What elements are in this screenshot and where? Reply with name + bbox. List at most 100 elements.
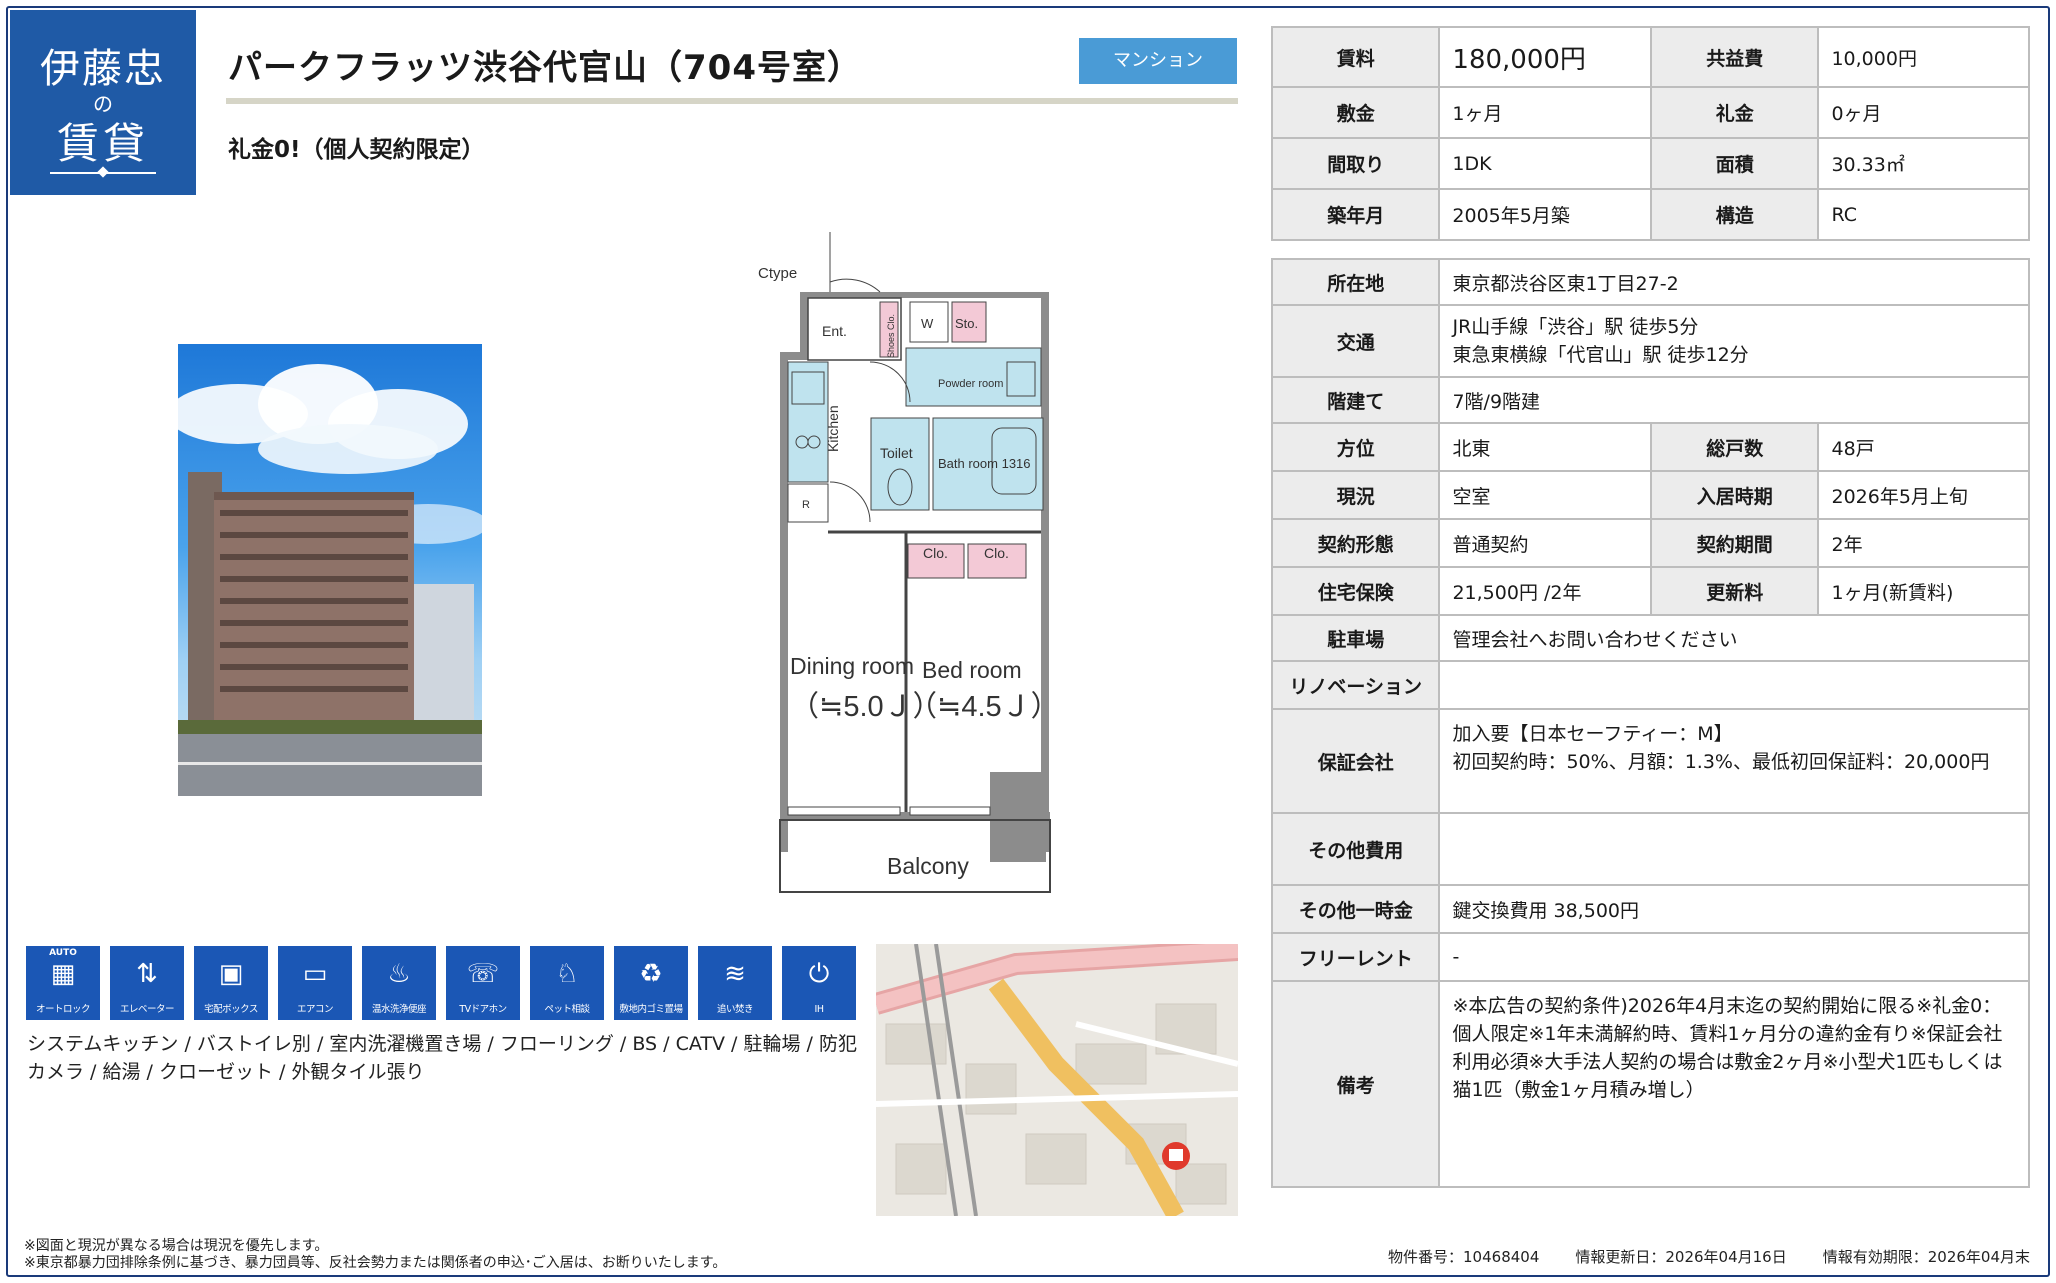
plan-label-sto: Sto. [955, 316, 978, 331]
built-date-value: 2005年5月築 [1438, 188, 1653, 241]
contract-type-label: 契約形態 [1270, 518, 1441, 568]
plan-label-shoes: Shoes Clo. [886, 314, 896, 358]
address-value: 東京都渋谷区東1丁目27-2 [1438, 258, 2030, 306]
info-updated-date: 情報更新日：2026年04月16日 [1575, 1248, 1787, 1266]
direction-label: 方位 [1270, 422, 1441, 472]
free-rent-value: - [1438, 932, 2030, 982]
plan-label-kitchen: Kitchen [825, 405, 841, 452]
transit-line-1: JR山手線「渋谷」駅 徒歩5分 [1452, 316, 1699, 338]
guarantor-value: 加入要【日本セーフティー：M】 初回契約時：50%、月額：1.3%、最低初回保証… [1438, 708, 2030, 814]
logo-ornament [50, 172, 156, 174]
info-expiry-date: 情報有効期限：2026年04月末 [1822, 1248, 2030, 1266]
other-costs-value [1438, 812, 2030, 886]
reheat-bath-icon: ≋ 追い焚き [698, 946, 772, 1020]
property-subtitle: 礼金0!（個人契約限定） [228, 137, 485, 163]
guarantor-line-2: 初回契約時：50%、月額：1.3%、最低初回保証料：20,000円 [1452, 751, 1990, 773]
plan-label-bed-size: （≒4.5Ｊ） [908, 691, 1060, 723]
property-type-badge: マンション [1079, 38, 1237, 84]
other-costs-label: その他費用 [1270, 812, 1441, 886]
location-map[interactable] [876, 944, 1238, 1216]
rent-label: 賃料 [1270, 26, 1441, 88]
footnotes: ※図面と現況が異なる場合は現況を優先します。 ※東京都暴力団排除条例に基づき、暴… [24, 1238, 726, 1272]
plan-label-bath: Bath room 1316 [938, 456, 1031, 471]
elevator-icon: ⇅ エレベーター [110, 946, 184, 1020]
footnote-2: ※東京都暴力団排除条例に基づき、暴力団員等、反社会勢力または関係者の申込･ご入居… [24, 1255, 727, 1271]
auto-lock-icon: AUTO ▦ オートロック [26, 946, 100, 1020]
plan-label-ent: Ent. [822, 323, 847, 339]
plan-label-dining: Dining room [790, 653, 914, 679]
contract-term-value: 2年 [1817, 518, 2030, 568]
plan-label-clo-1: Clo. [923, 545, 948, 561]
renovation-label: リノベーション [1270, 660, 1441, 710]
key-money-value: 0ヶ月 [1817, 86, 2030, 139]
renewal-fee-label: 更新料 [1650, 566, 1820, 616]
free-rent-label: フリーレント [1270, 932, 1441, 982]
plan-label-clo-2: Clo. [984, 545, 1009, 561]
plan-label-r: R [802, 499, 810, 511]
brand-logo: 伊藤忠 の 賃貸 [10, 10, 196, 195]
direction-value: 北東 [1438, 422, 1653, 472]
property-id: 物件番号：10468404 [1388, 1248, 1540, 1266]
plan-label-ctype: Ctype [758, 265, 797, 282]
insurance-value: 21,500円 /2年 [1438, 566, 1653, 616]
guarantor-line-1: 加入要【日本セーフティー：M】 [1452, 723, 1733, 745]
one-time-fee-label: その他一時金 [1270, 884, 1441, 934]
plan-label-toilet: Toilet [880, 445, 913, 461]
contract-type-value: 普通契約 [1438, 518, 1653, 568]
move-in-label: 入居時期 [1650, 470, 1820, 520]
move-in-value: 2026年5月上旬 [1817, 470, 2030, 520]
washlet-icon: ♨ 温水洗浄便座 [362, 946, 436, 1020]
remarks-value: ※本広告の契約条件)2026年4月末迄の契約開始に限る※礼金0：個人限定※1年未… [1438, 980, 2030, 1188]
insurance-label: 住宅保険 [1270, 566, 1441, 616]
common-fee-label: 共益費 [1650, 26, 1820, 88]
air-conditioner-icon: ▭ エアコン [278, 946, 352, 1020]
delivery-box-icon: ▣ 宅配ボックス [194, 946, 268, 1020]
parking-label: 駐車場 [1270, 614, 1441, 662]
status-label: 現況 [1270, 470, 1441, 520]
area-label: 面積 [1650, 137, 1820, 190]
rent-summary-table: 賃料 180,000円 共益費 10,000円 敷金 1ヶ月 礼金 0ヶ月 間取… [1270, 26, 2030, 241]
rent-value: 180,000円 [1438, 26, 1653, 88]
logo-line-3: 賃貸 [56, 119, 149, 168]
key-money-label: 礼金 [1650, 86, 1820, 139]
property-title: パークフラッツ渋谷代官山（704号室） [228, 48, 862, 88]
transit-value: JR山手線「渋谷」駅 徒歩5分 東急東横線「代官山」駅 徒歩12分 [1438, 304, 2030, 378]
plan-label-bed: Bed room [922, 657, 1022, 683]
deposit-label: 敷金 [1270, 86, 1441, 139]
renewal-fee-value: 1ヶ月(新賃料) [1817, 566, 2030, 616]
listing-meta: 物件番号：10468404 情報更新日：2026年04月16日 情報有効期限：2… [1388, 1246, 2030, 1267]
building-photo [178, 344, 482, 796]
footnote-1: ※図面と現況が異なる場合は現況を優先します。 [24, 1238, 329, 1254]
address-label: 所在地 [1270, 258, 1441, 306]
plan-label-balcony: Balcony [887, 853, 969, 879]
total-units-label: 総戸数 [1650, 422, 1820, 472]
structure-label: 構造 [1650, 188, 1820, 241]
garbage-icon: ♻ 敷地内ゴミ置場 [614, 946, 688, 1020]
common-fee-value: 10,000円 [1817, 26, 2030, 88]
built-date-label: 築年月 [1270, 188, 1441, 241]
transit-label: 交通 [1270, 304, 1441, 378]
floor-plan: Ctype Ent. Shoes Clo. W Sto. Powder room… [730, 212, 1130, 912]
tv-intercom-icon: ☏ TVドアホン [446, 946, 520, 1020]
plan-label-powder: Powder room [938, 378, 1003, 390]
parking-value: 管理会社へお問い合わせください [1438, 614, 2030, 662]
plan-label-w: W [921, 316, 934, 331]
area-value: 30.33㎡ [1817, 137, 2030, 190]
floor-value: 7階/9階建 [1438, 376, 2030, 424]
contract-term-label: 契約期間 [1650, 518, 1820, 568]
pet-icon: ♘ ペット相談 [530, 946, 604, 1020]
total-units-value: 48戸 [1817, 422, 2030, 472]
renovation-value [1438, 660, 2030, 710]
structure-value: RC [1817, 188, 2030, 241]
ih-icon: ⏻ IH [782, 946, 856, 1020]
title-divider [226, 98, 1238, 104]
status-value: 空室 [1438, 470, 1653, 520]
guarantor-label: 保証会社 [1270, 708, 1441, 814]
property-details-table: 所在地 東京都渋谷区東1丁目27-2 交通 JR山手線「渋谷」駅 徒歩5分 東急… [1270, 258, 2030, 1188]
remarks-label: 備考 [1270, 980, 1441, 1188]
equipment-icons: AUTO ▦ オートロック ⇅ エレベーター ▣ 宅配ボックス ▭ エアコン ♨ 温水洗浄便… [26, 946, 856, 1020]
floor-label: 階建て [1270, 376, 1441, 424]
deposit-value: 1ヶ月 [1438, 86, 1653, 139]
layout-value: 1DK [1438, 137, 1653, 190]
one-time-fee-value: 鍵交換費用 38,500円 [1438, 884, 2030, 934]
